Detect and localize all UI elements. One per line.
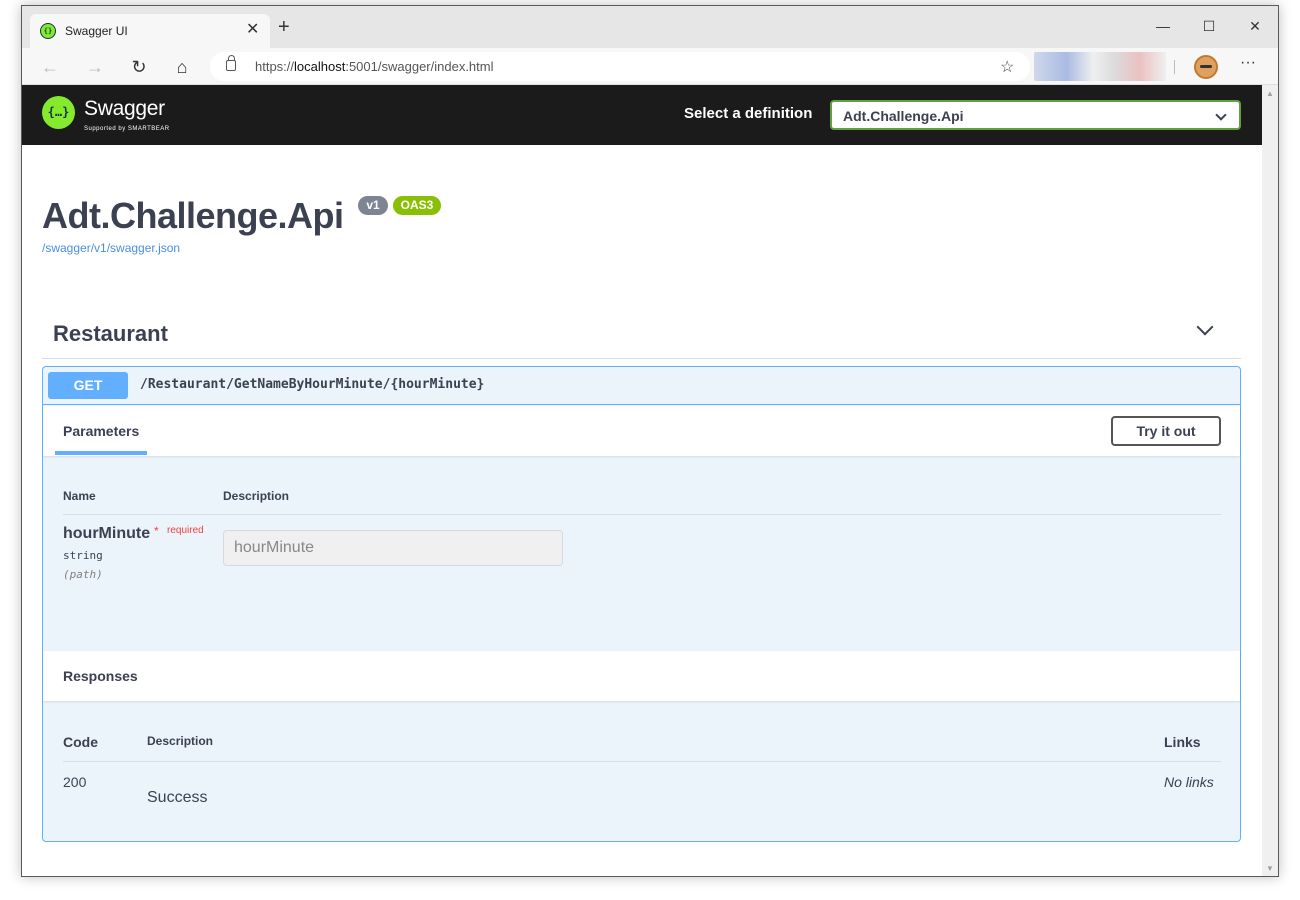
- profile-avatar[interactable]: [1194, 55, 1218, 79]
- url-text: https://localhost:5001/swagger/index.htm…: [255, 59, 494, 74]
- operation-summary[interactable]: GET /Restaurant/GetNameByHourMinute/{hou…: [43, 367, 1240, 405]
- http-method-badge: GET: [48, 372, 128, 399]
- resp-col-code: Code: [63, 734, 98, 750]
- try-it-out-button[interactable]: Try it out: [1111, 416, 1221, 446]
- resp-col-description: Description: [147, 734, 214, 748]
- param-col-name: Name: [63, 489, 96, 503]
- add-favorite-icon[interactable]: ☆: [1000, 57, 1014, 77]
- api-title: Adt.Challenge.Api: [42, 195, 344, 236]
- operation-path: /Restaurant/GetNameByHourMinute/{hourMin…: [140, 377, 485, 392]
- tag-divider: [42, 358, 1241, 359]
- address-bar[interactable]: https://localhost:5001/swagger/index.htm…: [210, 52, 1030, 81]
- chevron-down-icon: [1215, 109, 1227, 121]
- scroll-down-icon[interactable]: ▼: [1266, 864, 1274, 873]
- param-name: hourMinute: [63, 525, 151, 542]
- home-icon[interactable]: ⌂: [168, 54, 196, 80]
- responses-header: Responses: [43, 651, 1240, 701]
- hourminute-input[interactable]: [223, 530, 563, 566]
- scroll-up-icon[interactable]: ▲: [1266, 89, 1274, 98]
- version-badge: v1: [358, 196, 388, 215]
- tab-strip: {} Swagger UI ✕ + — ☐ ✕: [22, 6, 1278, 48]
- extensions-area[interactable]: [1034, 52, 1166, 81]
- tag-collapse-chevron-icon[interactable]: [1196, 318, 1214, 336]
- toolbar-divider: [1174, 60, 1175, 74]
- swagger-logo-subtitle: Supported by SMARTBEAR: [84, 126, 170, 132]
- response-description: Success: [147, 789, 208, 806]
- new-tab-button[interactable]: +: [278, 16, 290, 38]
- spec-json-link[interactable]: /swagger/v1/swagger.json: [42, 241, 180, 255]
- tab-title: Swagger UI: [65, 24, 128, 38]
- swagger-logo-icon[interactable]: {…}: [42, 96, 75, 129]
- browser-toolbar: ← → ↻ ⌂ https://localhost:5001/swagger/i…: [22, 48, 1278, 85]
- definition-select[interactable]: Adt.Challenge.Api: [830, 100, 1241, 130]
- swagger-topbar: {…} Swagger Supported by SMARTBEAR Selec…: [22, 85, 1262, 145]
- browser-window: {} Swagger UI ✕ + — ☐ ✕ ← → ↻ ⌂ https://…: [21, 5, 1279, 877]
- refresh-icon[interactable]: ↻: [125, 54, 153, 80]
- more-menu-icon[interactable]: ···: [1240, 54, 1256, 72]
- definition-select-value: Adt.Challenge.Api: [843, 108, 964, 124]
- required-star: *: [154, 524, 159, 538]
- parameters-header: Parameters Try it out: [43, 406, 1240, 456]
- resp-col-links: Links: [1164, 734, 1201, 750]
- tab-close-icon[interactable]: ✕: [246, 20, 259, 40]
- browser-tab[interactable]: {} Swagger UI ✕: [30, 14, 270, 48]
- select-definition-label: Select a definition: [684, 105, 813, 122]
- param-type: string: [63, 549, 103, 562]
- close-window-button[interactable]: ✕: [1232, 12, 1278, 40]
- swagger-favicon-icon: {}: [40, 23, 56, 39]
- response-code: 200: [63, 774, 87, 790]
- minimize-button[interactable]: —: [1140, 12, 1186, 40]
- response-links: No links: [1164, 774, 1214, 790]
- vertical-scrollbar[interactable]: ▲ ▼: [1262, 85, 1278, 876]
- back-arrow-icon[interactable]: ←: [36, 54, 64, 80]
- operation-block-get: GET /Restaurant/GetNameByHourMinute/{hou…: [42, 366, 1241, 842]
- param-col-description: Description: [223, 489, 290, 503]
- swagger-logo-text: Swagger: [84, 97, 165, 120]
- page-viewport: {…} Swagger Supported by SMARTBEAR Selec…: [22, 85, 1262, 876]
- lock-icon: [226, 55, 236, 71]
- required-label: required: [167, 525, 204, 536]
- responses-title: Responses: [63, 668, 138, 684]
- parameters-tab-underline: [55, 451, 147, 455]
- resp-header-divider: [63, 761, 1221, 762]
- tag-restaurant-title[interactable]: Restaurant: [53, 321, 168, 347]
- tab-parameters[interactable]: Parameters: [63, 423, 139, 439]
- param-header-divider: [63, 514, 1221, 515]
- forward-arrow-icon[interactable]: →: [81, 54, 109, 80]
- param-location: (path): [63, 568, 103, 581]
- maximize-button[interactable]: ☐: [1186, 12, 1232, 40]
- oas-badge: OAS3: [393, 196, 441, 215]
